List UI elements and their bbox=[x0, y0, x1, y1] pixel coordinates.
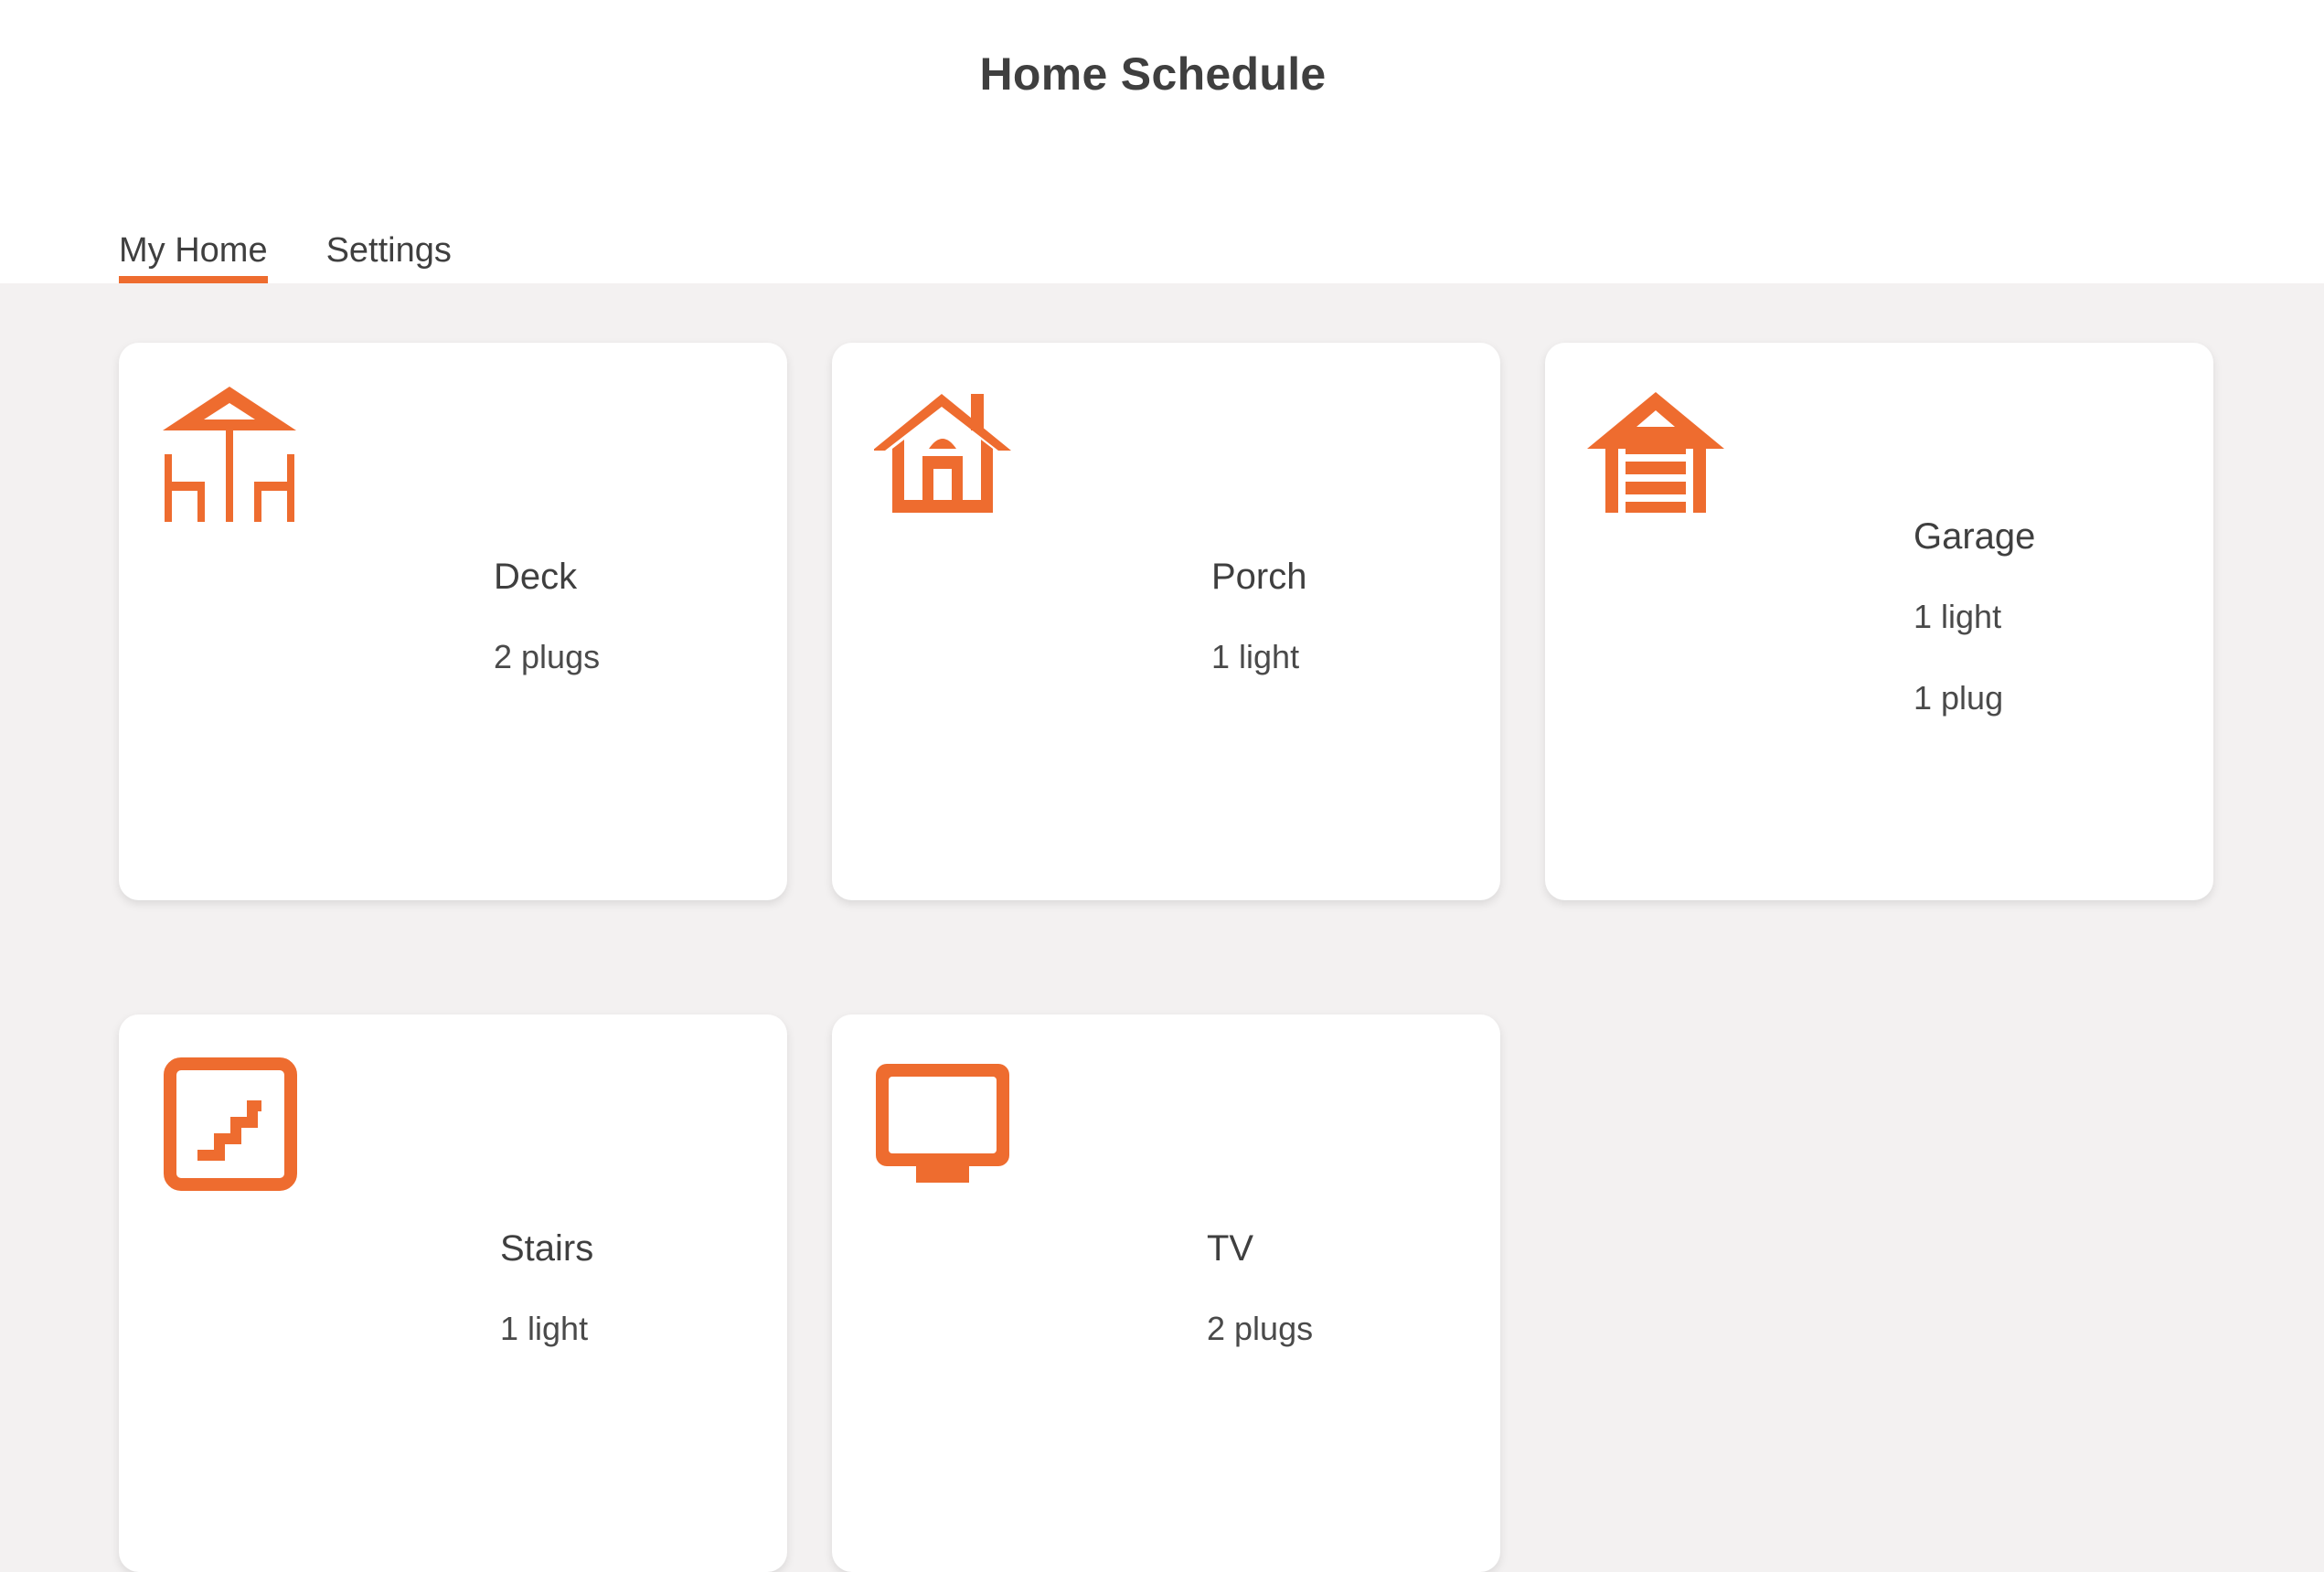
tab-my-home[interactable]: My Home bbox=[119, 225, 268, 283]
room-card-garage[interactable]: Garage 1 light 1 plug bbox=[1545, 343, 2213, 900]
room-card-deck[interactable]: Deck 2 plugs bbox=[119, 343, 787, 900]
device-count: 2 plugs bbox=[494, 638, 601, 675]
room-name: Garage bbox=[1914, 516, 2036, 557]
device-count: 1 plug bbox=[1914, 679, 2004, 717]
device-count: 1 light bbox=[1914, 598, 2002, 635]
room-name: Deck bbox=[494, 557, 578, 597]
device-count: 1 light bbox=[500, 1310, 589, 1347]
room-name: TV bbox=[1207, 1228, 1254, 1269]
garage-icon bbox=[1587, 385, 1724, 522]
room-name: Stairs bbox=[500, 1228, 594, 1269]
device-count: 1 light bbox=[1211, 638, 1300, 675]
stairs-icon bbox=[161, 1057, 298, 1194]
tab-bar: My Home Settings bbox=[119, 225, 452, 283]
room-card-tv[interactable]: TV 2 plugs bbox=[832, 1014, 1500, 1572]
porch-icon bbox=[874, 385, 1011, 522]
tv-icon bbox=[874, 1057, 1011, 1194]
room-name: Porch bbox=[1211, 557, 1307, 597]
top-bar: Home Schedule My Home Settings bbox=[0, 0, 2324, 283]
device-count: 2 plugs bbox=[1207, 1310, 1314, 1347]
deck-icon bbox=[161, 385, 298, 522]
page-title: Home Schedule bbox=[979, 48, 1327, 100]
room-card-porch[interactable]: Porch 1 light bbox=[832, 343, 1500, 900]
room-card-stairs[interactable]: Stairs 1 light bbox=[119, 1014, 787, 1572]
tab-settings[interactable]: Settings bbox=[326, 225, 452, 283]
